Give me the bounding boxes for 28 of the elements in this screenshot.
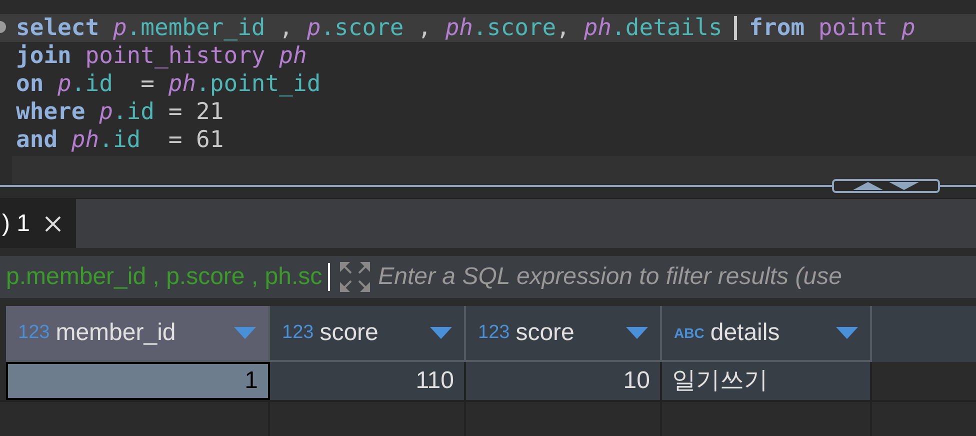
text-cursor xyxy=(734,16,738,40)
table-cell[interactable]: 1 xyxy=(6,362,270,400)
table-cell[interactable]: 110 xyxy=(270,362,466,400)
table-cell[interactable]: 10 xyxy=(466,362,662,400)
column-name: member_id xyxy=(56,318,177,348)
dropdown-triangle-icon[interactable] xyxy=(836,327,858,340)
expand-icon[interactable] xyxy=(340,262,370,292)
filter-input[interactable]: Enter a SQL expression to filter results (use xyxy=(378,257,976,298)
column-header[interactable]: 123 score xyxy=(270,306,466,362)
column-name: score xyxy=(516,318,576,348)
result-tab[interactable]: ) 1 xyxy=(0,199,76,250)
column-header[interactable]: ABC details xyxy=(662,306,872,362)
dropdown-triangle-icon[interactable] xyxy=(430,327,452,340)
type-label: 123 xyxy=(478,320,510,345)
column-header[interactable]: 123 member_id xyxy=(6,306,270,362)
type-label: ABC xyxy=(674,324,704,343)
dropdown-triangle-icon[interactable] xyxy=(626,327,648,340)
column-header[interactable]: 123 score xyxy=(466,306,662,362)
table-cell[interactable]: 일기쓰기 xyxy=(662,362,872,400)
down-triangle-icon[interactable] xyxy=(889,182,919,190)
up-triangle-icon[interactable] xyxy=(853,182,883,190)
type-label: 123 xyxy=(18,320,50,345)
type-label: 123 xyxy=(282,320,314,345)
close-icon[interactable] xyxy=(44,215,62,234)
splitter-toggle[interactable] xyxy=(832,178,940,193)
filter-query-text: p.member_id , p.score , ph.sc xyxy=(5,262,322,292)
column-name: score xyxy=(320,318,380,348)
column-name: details xyxy=(710,318,781,348)
